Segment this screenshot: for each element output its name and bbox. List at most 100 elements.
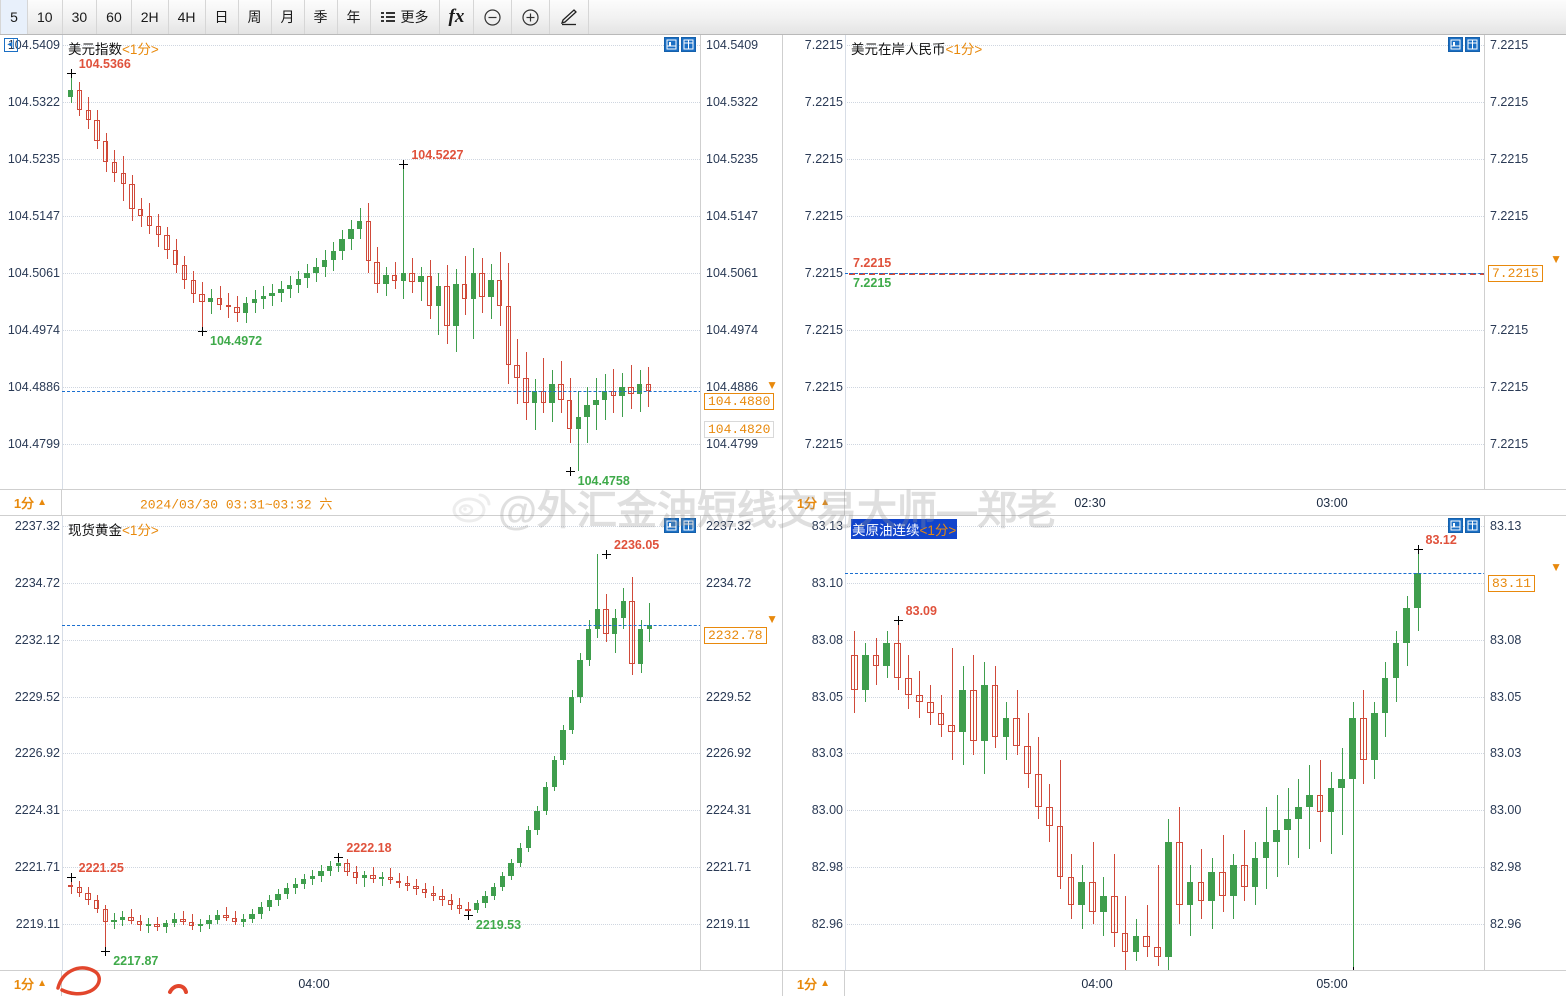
panel-usdcny[interactable]: 7.2215 7.2215 7.2215 7.2215 7.2215 7.2215 7.22… — [783, 35, 1566, 516]
annotation-label: 2222.18 — [346, 840, 392, 855]
candle-body — [1284, 818, 1291, 831]
period-button-60[interactable]: 60 — [97, 0, 132, 34]
candle-body — [422, 889, 428, 893]
right-price-scale-usdcny[interactable]: 7.2215 7.2215 7.2215 7.2215 7.2215 7.2215 7.22… — [1484, 35, 1566, 515]
candle-body — [190, 279, 196, 295]
candle-body — [601, 391, 608, 401]
y-axis-label-left: 2224.31 — [14, 803, 60, 818]
current-price-badge[interactable]: 7.2215 — [1488, 265, 1543, 282]
chart-layout-icon-2[interactable] — [1465, 518, 1480, 533]
chart-layout-icon-1[interactable] — [1448, 37, 1463, 52]
candle-body — [260, 295, 266, 300]
more-button[interactable]: 更多 — [371, 0, 440, 34]
candle-body — [980, 685, 988, 742]
secondary-price-badge[interactable]: 104.4820 — [704, 421, 775, 439]
period-button-week[interactable]: 周 — [239, 0, 272, 34]
candle-body — [645, 384, 652, 391]
candle-body — [128, 916, 134, 921]
candle-body — [1013, 717, 1021, 747]
timeframe-tag-usdcny[interactable]: 1分 ▲ — [783, 490, 845, 515]
price-arrow-icon: ▼ — [766, 612, 778, 627]
panel-dollar-index[interactable]: ◂| 104.5409 104.5322 104.5235 104.5147 104.5… — [0, 35, 783, 516]
price-arrow-icon: ▼ — [1550, 559, 1562, 574]
y-axis-label-left: 104.5235 — [7, 152, 60, 166]
gridline — [62, 639, 782, 641]
y-axis-label-left: 83.13 — [811, 519, 843, 533]
candle-body — [499, 876, 506, 888]
candle-body — [1089, 881, 1096, 913]
plot-area-usdcny[interactable]: 7.2215 7.2215 — [845, 35, 1566, 515]
formula-button[interactable]: fx — [440, 0, 475, 34]
chart-title-spot-gold[interactable]: 现货黄金<1分> — [68, 519, 159, 539]
candle-body — [188, 922, 195, 927]
period-button-day[interactable]: 日 — [206, 0, 239, 34]
right-price-scale-wti-crude[interactable]: 83.1383.1083.0883.0583.0383.0082.9882.96… — [1484, 516, 1566, 996]
chart-layout-icon-1[interactable] — [664, 37, 679, 52]
candle-wick — [578, 391, 580, 471]
candle-body — [496, 279, 503, 306]
panel-tools-dollar-index[interactable] — [664, 37, 696, 52]
gridline — [62, 444, 782, 445]
candle-body — [103, 141, 109, 163]
panel-tools-usdcny[interactable] — [1448, 37, 1480, 52]
period-button-2h[interactable]: 2H — [132, 0, 169, 34]
zoom-out-button[interactable] — [474, 0, 513, 34]
period-button-5[interactable]: 5 — [0, 0, 28, 34]
y-axis-label-right: 7.2215 — [1490, 323, 1529, 337]
candle-body — [1240, 865, 1248, 887]
candle-body — [894, 643, 902, 679]
candle-body — [584, 405, 590, 418]
timeframe-tag-dollar-index[interactable]: 1分 ▲ — [0, 490, 62, 515]
panel-tools-wti-crude[interactable] — [1448, 518, 1480, 533]
zoom-in-button[interactable] — [512, 0, 551, 34]
draw-button[interactable] — [550, 0, 590, 34]
right-price-scale-spot-gold[interactable]: 2237.322234.722232.122229.522226.922224.… — [700, 516, 782, 996]
chart-layout-icon-1[interactable] — [664, 518, 679, 533]
annotation-crosshair — [463, 910, 473, 920]
period-button-30[interactable]: 30 — [63, 0, 98, 34]
plot-area-spot-gold[interactable]: 2221.25 2222.18 2236.05 2217.87 2219.53 — [62, 516, 782, 996]
current-price-badge[interactable]: 83.11 — [1488, 574, 1536, 592]
fx-icon: fx — [448, 6, 465, 27]
chart-layout-icon-2[interactable] — [1465, 37, 1480, 52]
time-axis-label: 04:00 — [1081, 976, 1113, 991]
candle-body — [197, 924, 203, 927]
more-label: 更多 — [400, 9, 429, 25]
toolbar: 5 10 30 60 2H 4H 日 周 月 季 年 更多 fx — [0, 0, 1566, 35]
period-button-10[interactable]: 10 — [28, 0, 63, 34]
chart-layout-icon-2[interactable] — [681, 518, 696, 533]
chart-timeframe: <1分> — [122, 523, 159, 538]
collapse-icon-dollar-index[interactable]: ◂| — [4, 38, 18, 52]
candle-body — [1110, 895, 1118, 934]
timeframe-tag-spot-gold[interactable]: 1分 ▲ — [0, 971, 62, 996]
y-axis-label-left: 104.4974 — [7, 323, 60, 337]
chart-layout-icon-2[interactable] — [681, 37, 696, 52]
timeframe-tag-wti-crude[interactable]: 1分 ▲ — [783, 971, 845, 996]
chart-title-usdcny[interactable]: 美元在岸人民币<1分> — [851, 38, 982, 58]
y-axis-label-left: 2234.72 — [14, 575, 60, 590]
period-button-year[interactable]: 年 — [338, 0, 371, 34]
plot-area-dollar-index[interactable]: 104.5366 104.5227 104.4972 104.4758 — [62, 35, 782, 515]
plot-area-wti-crude[interactable]: 83.0983.1282.94 — [845, 516, 1566, 996]
candle-body — [851, 654, 858, 690]
candle-wick — [226, 906, 228, 921]
period-button-quarter[interactable]: 季 — [305, 0, 338, 34]
chart-layout-icon-1[interactable] — [1448, 518, 1463, 533]
chart-title-wti-crude[interactable]: 美原油连续<1分> — [851, 519, 958, 539]
gridline — [845, 387, 1566, 388]
y-axis-label-right: 104.5061 — [706, 266, 759, 280]
period-button-month[interactable]: 月 — [272, 0, 305, 34]
candle-wick — [1341, 748, 1343, 836]
y-axis-label-left: 7.2215 — [804, 437, 843, 451]
period-button-4h[interactable]: 4H — [169, 0, 206, 34]
current-price-badge[interactable]: 2232.78 — [704, 627, 767, 645]
panel-tools-spot-gold[interactable] — [664, 518, 696, 533]
candle-body — [586, 629, 592, 660]
current-price-badge[interactable]: 104.4880 — [704, 393, 775, 411]
chart-title-dollar-index[interactable]: 美元指数<1分> — [68, 38, 159, 58]
panel-spot-gold[interactable]: 2237.32 2234.72 2232.12 2229.52 2226.92 2224.… — [0, 516, 783, 996]
panel-wti-crude[interactable]: 83.13 83.10 83.08 83.05 83.03 83.00 82.98 82.96… — [783, 516, 1566, 996]
right-price-scale-dollar-index[interactable]: 104.5409 104.5322 104.5235 104.5147 104.5061… — [700, 35, 782, 515]
candle-body — [111, 162, 118, 173]
annotation-crosshair — [602, 549, 612, 559]
